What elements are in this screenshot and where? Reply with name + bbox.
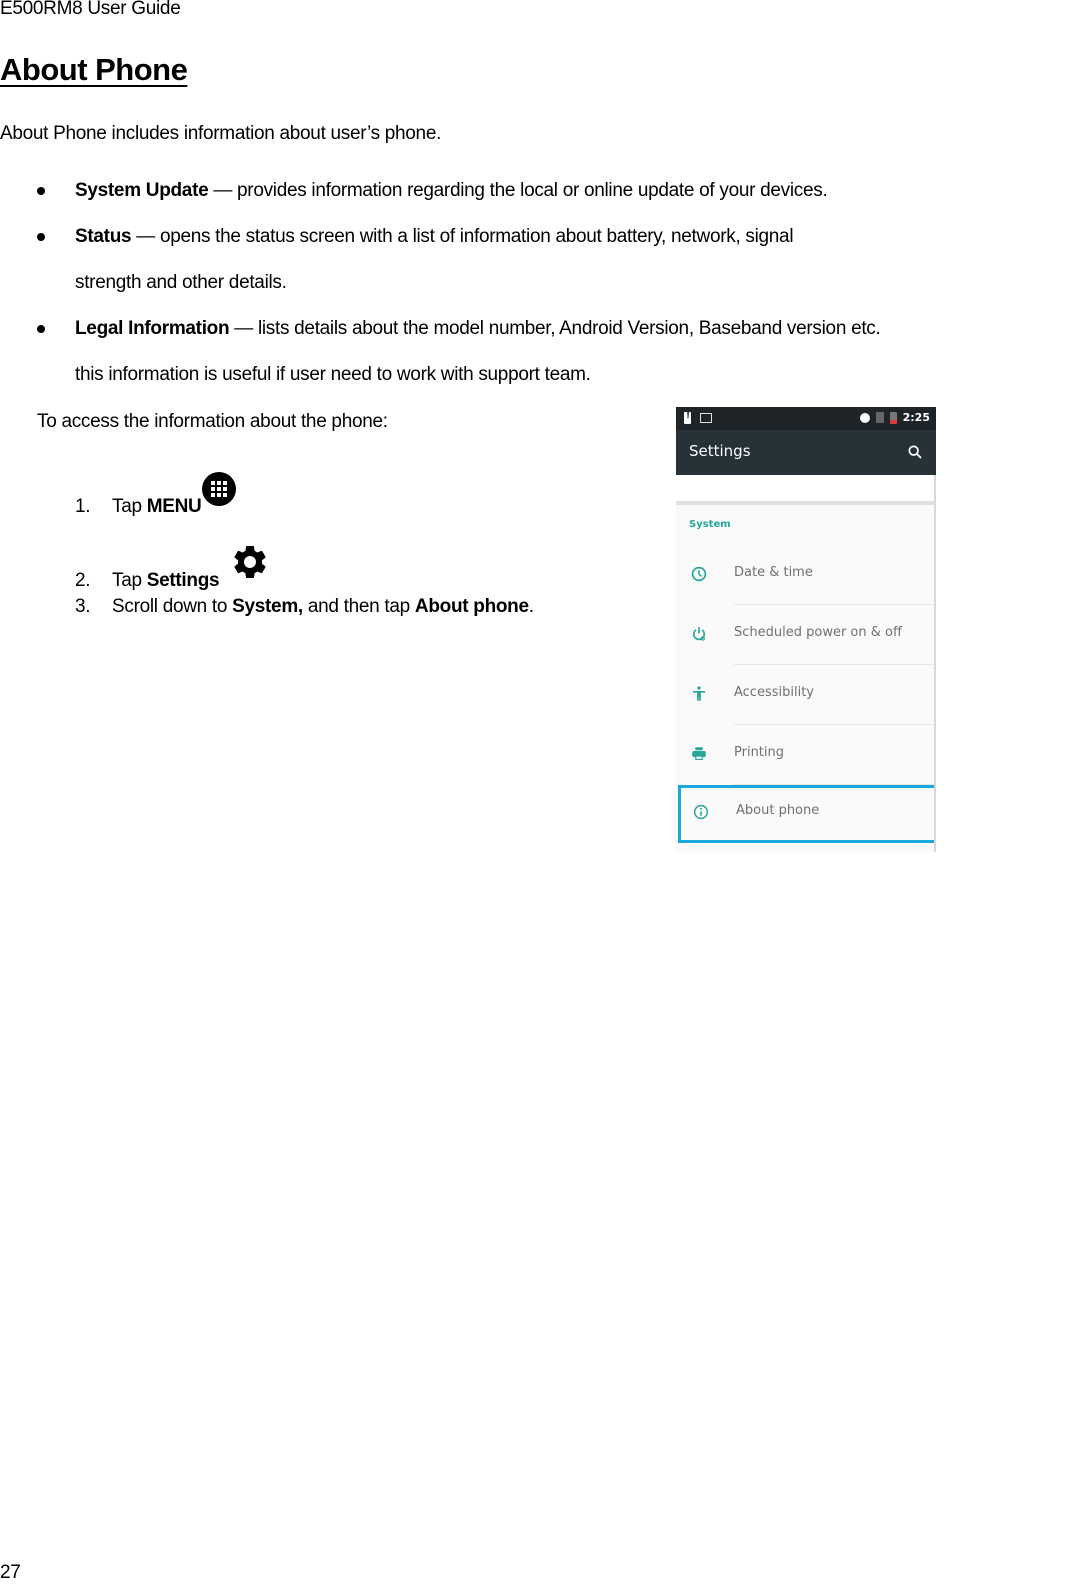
- intro-paragraph: About Phone includes information about u…: [0, 123, 442, 144]
- bullet-desc-continued: this information is useful if user need …: [75, 364, 591, 385]
- settings-item-label: Accessibility: [734, 685, 814, 700]
- bullet-term: Legal Information: [75, 318, 230, 339]
- gear-icon: [234, 546, 266, 578]
- bullet-term: Status: [75, 226, 132, 247]
- step-2: 2. Tap Settings: [75, 540, 270, 592]
- screenshot-edge: [934, 475, 936, 852]
- bullet-desc: — provides information regarding the loc…: [208, 180, 828, 201]
- settings-item-printing[interactable]: Printing: [676, 725, 936, 785]
- settings-item-label: About phone: [736, 803, 820, 818]
- apps-grid-icon: [202, 472, 237, 506]
- search-icon[interactable]: [907, 444, 923, 460]
- step-text: Tap: [112, 496, 147, 517]
- step-1: 1. Tap MENU: [75, 472, 237, 518]
- phone-settings-screenshot: 2:25 Settings System Date & time Schedul…: [676, 407, 936, 852]
- settings-item-accessibility[interactable]: Accessibility: [676, 665, 936, 725]
- access-intro: To access the information about the phon…: [37, 411, 388, 432]
- step-text: .: [528, 596, 534, 617]
- image-icon: [700, 413, 712, 423]
- step-number: 1.: [75, 496, 91, 517]
- bullet-desc: — opens the status screen with a list of…: [131, 226, 794, 247]
- page-title: About Phone: [0, 52, 188, 87]
- list-item-status: Status — opens the status screen with a …: [0, 214, 1084, 306]
- power-schedule-icon: [692, 627, 706, 641]
- feature-list: System Update — provides information reg…: [0, 168, 1084, 398]
- step-number: 3.: [75, 596, 91, 617]
- list-item-system-update: System Update — provides information reg…: [0, 168, 1084, 214]
- settings-item-scheduled-power[interactable]: Scheduled power on & off: [676, 605, 936, 665]
- bullet-desc: — lists details about the model number, …: [229, 318, 881, 339]
- battery-low-icon: [889, 411, 897, 424]
- step-text: Scroll down to: [112, 596, 233, 617]
- step-bold: About phone: [414, 596, 529, 617]
- accessibility-icon: [693, 686, 705, 701]
- bullet-icon: [37, 233, 45, 241]
- settings-item-label: Scheduled power on & off: [734, 625, 902, 640]
- printer-icon: [692, 747, 706, 760]
- settings-item-label: Printing: [734, 745, 785, 760]
- battery-alert-icon: [684, 411, 691, 424]
- bullet-icon: [37, 325, 45, 333]
- step-3: 3. Scroll down to System, and then tap Ab…: [75, 596, 534, 618]
- settings-item-date-time[interactable]: Date & time: [676, 545, 936, 605]
- list-item-legal-information: Legal Information — lists details about …: [0, 306, 1084, 398]
- bullet-desc-continued: strength and other details.: [75, 272, 287, 293]
- step-text: Tap: [112, 570, 147, 591]
- page-number: 27: [0, 1562, 21, 1583]
- status-time: 2:25: [902, 411, 930, 424]
- bullet-term: System Update: [75, 180, 209, 201]
- step-bold: Settings: [146, 570, 220, 591]
- step-text: and then tap: [302, 596, 415, 617]
- app-bar-title: Settings: [689, 442, 751, 460]
- scrolled-item-remnant: [676, 475, 936, 505]
- settings-item-about-phone[interactable]: About phone: [678, 785, 936, 843]
- vibrate-icon: [859, 412, 870, 423]
- clock-icon: [691, 566, 707, 582]
- settings-item-label: Date & time: [734, 565, 813, 580]
- no-sim-icon: [875, 412, 884, 423]
- bullet-icon: [37, 187, 45, 195]
- step-bold: System,: [232, 596, 303, 617]
- app-bar: Settings: [676, 430, 936, 475]
- status-bar: 2:25: [676, 407, 936, 430]
- step-bold: MENU: [146, 496, 202, 517]
- info-icon: [693, 804, 709, 820]
- section-header-system: System: [676, 505, 936, 545]
- document-header: E500RM8 User Guide: [0, 0, 181, 19]
- step-number: 2.: [75, 570, 91, 591]
